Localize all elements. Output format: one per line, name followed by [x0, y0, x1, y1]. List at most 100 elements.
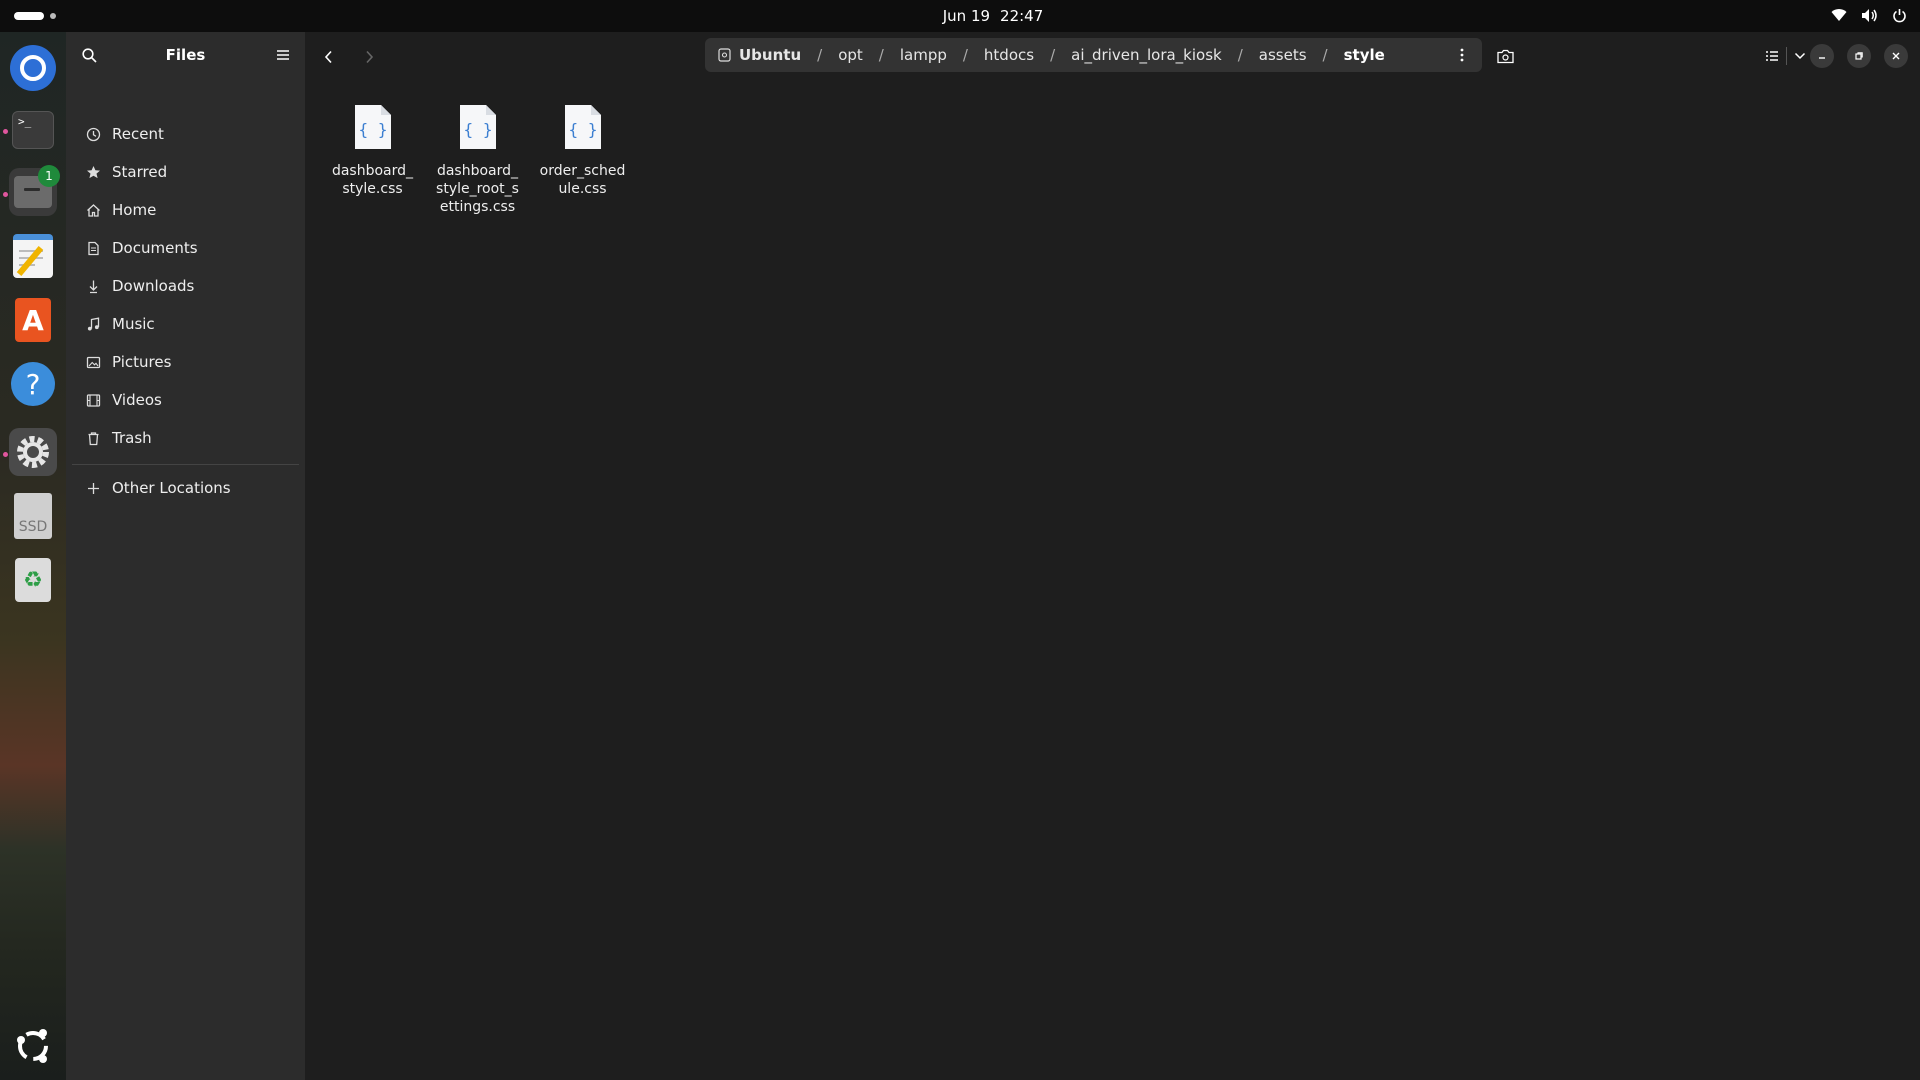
- sidebar-item-pictures[interactable]: Pictures: [72, 343, 299, 381]
- sidebar-item-label: Home: [112, 201, 157, 219]
- forward-button[interactable]: [356, 44, 382, 70]
- other-locations-section: Other Locations: [72, 469, 299, 507]
- breadcrumb-separator: /: [1050, 46, 1056, 64]
- file-name: dashboard_ style.css: [331, 163, 414, 197]
- sidebar-item-label: Pictures: [112, 353, 172, 371]
- system-tray[interactable]: [1830, 6, 1908, 24]
- sidebar-item-label: Downloads: [112, 277, 195, 295]
- trash-icon: [84, 429, 102, 447]
- svg-text:{ }: { }: [568, 120, 597, 139]
- dock-item-trash[interactable]: ♻: [9, 556, 57, 604]
- settings-icon: [17, 436, 49, 468]
- power-icon[interactable]: [1890, 6, 1908, 24]
- kebab-menu-icon: [1460, 48, 1464, 62]
- breadcrumb-htdocs[interactable]: htdocs: [982, 46, 1036, 64]
- restore-icon: [1855, 52, 1863, 60]
- sidebar-item-home[interactable]: Home: [72, 191, 299, 229]
- toolbar-divider: [1786, 47, 1787, 65]
- minimize-button[interactable]: [1810, 44, 1834, 68]
- breadcrumb-style[interactable]: style: [1342, 46, 1387, 64]
- dock-item-app-center[interactable]: A: [9, 296, 57, 344]
- dock-item-help[interactable]: ?: [9, 360, 57, 408]
- volume-icon[interactable]: [1860, 6, 1878, 24]
- breadcrumb-separator: /: [962, 46, 968, 64]
- sidebar-item-label: Documents: [112, 239, 198, 257]
- breadcrumb-assets[interactable]: assets: [1257, 46, 1309, 64]
- file-grid: { } dashboard_ style.css { } dashboard_ …: [324, 100, 631, 216]
- sidebar-item-other-locations[interactable]: Other Locations: [72, 469, 299, 507]
- sidebar-item-label: Starred: [112, 163, 168, 181]
- file-name: order_sched ule.css: [539, 163, 626, 197]
- chevron-down-icon: [1794, 52, 1806, 60]
- drive-icon: SSD: [14, 493, 52, 539]
- help-icon: ?: [11, 362, 55, 406]
- minimize-icon: [1819, 57, 1825, 59]
- search-in-folder-button[interactable]: [1493, 44, 1517, 68]
- close-button[interactable]: [1884, 44, 1908, 68]
- sidebar-item-starred[interactable]: Starred: [72, 153, 299, 191]
- clock[interactable]: Jun 19 22:47: [0, 7, 1920, 25]
- files-window: Files Recent Starred Home Documents Down…: [66, 32, 1920, 1080]
- close-icon: [1892, 52, 1900, 60]
- dock-item-settings[interactable]: [9, 428, 57, 476]
- css-file-icon: { }: [354, 105, 391, 149]
- sidebar-item-recent[interactable]: Recent: [72, 115, 299, 153]
- top-bar: Jun 19 22:47: [0, 0, 1920, 32]
- clock-icon: [84, 125, 102, 143]
- clock-time: 22:47: [1000, 7, 1044, 25]
- path-bar[interactable]: Ubuntu / opt / lampp / htdocs / ai_drive…: [705, 38, 1482, 72]
- sidebar-item-documents[interactable]: Documents: [72, 229, 299, 267]
- sidebar-item-trash[interactable]: Trash: [72, 419, 299, 457]
- ubuntu-logo-icon: [17, 1029, 48, 1063]
- drive-icon: [717, 48, 731, 62]
- breadcrumb-opt[interactable]: opt: [836, 46, 865, 64]
- sidebar-item-music[interactable]: Music: [72, 305, 299, 343]
- dock-item-terminal[interactable]: >_: [9, 106, 57, 154]
- file-item[interactable]: { } order_sched ule.css: [534, 100, 631, 216]
- plus-icon: [84, 479, 102, 497]
- sidebar-header: Files: [66, 32, 305, 78]
- hamburger-icon: [277, 50, 289, 60]
- star-icon: [84, 163, 102, 181]
- svg-text:{ }: { }: [358, 120, 387, 139]
- breadcrumb-separator: /: [1237, 46, 1243, 64]
- back-button[interactable]: [316, 44, 342, 70]
- trash-icon: ♻: [15, 558, 51, 602]
- document-icon: [84, 239, 102, 257]
- dock-item-chromium[interactable]: [9, 44, 57, 92]
- list-view-icon: [1766, 51, 1778, 61]
- clock-date: Jun 19: [942, 7, 991, 25]
- dock-item-text-editor[interactable]: [9, 232, 57, 280]
- dock-item-ssd-drive[interactable]: SSD: [9, 492, 57, 540]
- folder-search-icon: [1496, 49, 1514, 63]
- breadcrumb-lampp[interactable]: lampp: [898, 46, 949, 64]
- main-menu-button[interactable]: [272, 44, 294, 66]
- show-apps-button[interactable]: [9, 1022, 57, 1070]
- css-file-icon: { }: [564, 105, 601, 149]
- breadcrumb-separator: /: [878, 46, 884, 64]
- css-file-icon: { }: [459, 105, 496, 149]
- svg-text:{ }: { }: [463, 120, 492, 139]
- file-item[interactable]: { } dashboard_ style_root_s ettings.css: [429, 100, 526, 216]
- chevron-right-icon: [366, 50, 374, 64]
- path-menu-button[interactable]: [1452, 45, 1472, 65]
- file-item[interactable]: { } dashboard_ style.css: [324, 100, 421, 216]
- file-name: dashboard_ style_root_s ettings.css: [436, 163, 519, 215]
- notification-badge: 1: [38, 165, 60, 187]
- maximize-button[interactable]: [1847, 44, 1871, 68]
- breadcrumb-ubuntu[interactable]: Ubuntu: [737, 46, 803, 64]
- sidebar-item-label: Videos: [112, 391, 162, 409]
- sidebar: Files Recent Starred Home Documents Down…: [66, 32, 305, 1080]
- terminal-icon: >_: [12, 111, 54, 149]
- sidebar-item-videos[interactable]: Videos: [72, 381, 299, 419]
- home-icon: [84, 201, 102, 219]
- view-mode-button[interactable]: [1760, 44, 1784, 68]
- view-options-button[interactable]: [1788, 44, 1812, 68]
- dock-item-files[interactable]: 1: [9, 165, 60, 216]
- sidebar-item-downloads[interactable]: Downloads: [72, 267, 299, 305]
- download-icon: [84, 277, 102, 295]
- app-center-icon: A: [15, 298, 51, 342]
- dock: >_ 1 A ? SSD ♻: [0, 32, 66, 1080]
- wifi-icon[interactable]: [1830, 6, 1848, 24]
- breadcrumb-ai-driven-lora-kiosk[interactable]: ai_driven_lora_kiosk: [1069, 46, 1224, 64]
